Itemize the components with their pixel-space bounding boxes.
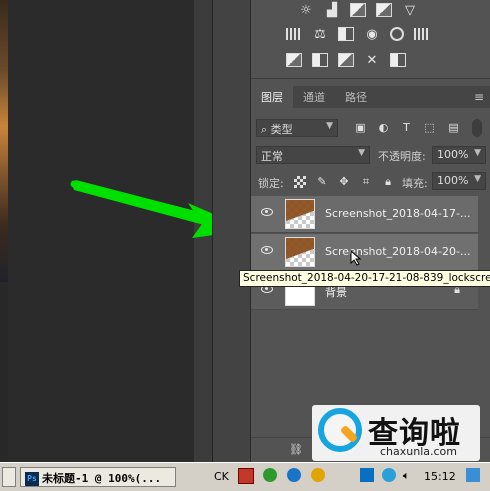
adjustments-row-3: ✕ bbox=[286, 50, 486, 70]
layer-row[interactable]: Screenshot_2018-04-20-... bbox=[251, 234, 478, 271]
ime-icon[interactable] bbox=[238, 468, 254, 484]
layer-name-tooltip: Screenshot_2018-04-20-17-21-08-839_locks… bbox=[239, 270, 490, 287]
link-layers-icon[interactable]: ⛓ bbox=[289, 443, 303, 456]
threshold-icon[interactable] bbox=[338, 53, 354, 67]
document-image-edge bbox=[0, 0, 8, 282]
gradient-map-icon[interactable] bbox=[390, 53, 406, 67]
color-balance-icon[interactable]: ⚖ bbox=[312, 27, 328, 42]
exposure-icon[interactable] bbox=[376, 3, 392, 17]
layer-name[interactable]: Screenshot_2018-04-20-... bbox=[325, 245, 470, 258]
blend-mode-select[interactable]: 正常 ▼ bbox=[256, 146, 370, 164]
tray-app-icon[interactable] bbox=[263, 468, 277, 482]
layer-filter-kind-label: 类型 bbox=[270, 123, 293, 136]
qq-icon[interactable] bbox=[311, 468, 325, 482]
opacity-label: 不透明度: bbox=[378, 150, 426, 163]
blend-mode-value: 正常 bbox=[261, 150, 283, 163]
brightness-icon[interactable]: ☼ bbox=[298, 3, 314, 18]
panel-dock-gutter bbox=[212, 0, 251, 462]
tab-paths[interactable]: 路径 bbox=[335, 86, 377, 108]
photo-filter-icon[interactable]: ◉ bbox=[364, 27, 380, 42]
taskbar-window-title: 未标题-1 @ 100%(... bbox=[42, 472, 162, 485]
layers-panel-tabs: 图层 通道 路径 bbox=[251, 86, 490, 108]
channel-mixer-icon[interactable] bbox=[390, 27, 404, 41]
tray-app-icon[interactable] bbox=[382, 468, 396, 482]
opacity-input[interactable]: 100% ▼ bbox=[432, 146, 486, 164]
levels-icon[interactable]: ▟ bbox=[324, 3, 340, 18]
black-white-icon[interactable] bbox=[338, 27, 354, 41]
eye-icon[interactable] bbox=[261, 208, 273, 216]
layer-name[interactable]: Screenshot_2018-04-17-... bbox=[325, 207, 470, 220]
tab-layers[interactable]: 图层 bbox=[251, 86, 293, 108]
eye-icon[interactable] bbox=[261, 246, 273, 254]
filter-adjustment-icon[interactable]: ◐ bbox=[377, 121, 390, 134]
invert-icon[interactable] bbox=[286, 53, 302, 67]
layer-thumbnail bbox=[285, 199, 315, 229]
chevron-down-icon: ▼ bbox=[474, 148, 481, 158]
fill-value: 100% bbox=[437, 174, 469, 187]
hue-sat-icon[interactable] bbox=[286, 28, 302, 40]
watermark-url: chaxunla.com bbox=[380, 445, 457, 458]
show-desktop-icon[interactable] bbox=[466, 468, 480, 482]
layer-thumbnail bbox=[285, 237, 315, 267]
filter-type-icon[interactable]: T bbox=[400, 121, 413, 134]
filter-pixel-icon[interactable]: ▣ bbox=[354, 121, 367, 134]
fill-input[interactable]: 100% ▼ bbox=[432, 172, 486, 190]
color-lookup-icon[interactable] bbox=[414, 28, 430, 40]
tray-app-icon[interactable] bbox=[287, 468, 301, 482]
adjustments-row-2: ⚖ ◉ bbox=[286, 24, 486, 44]
curves-icon[interactable] bbox=[350, 3, 366, 17]
filter-shape-icon[interactable]: ⬚ bbox=[423, 121, 436, 134]
lock-all-icon[interactable]: 🔒︎ bbox=[382, 176, 394, 188]
layer-row[interactable]: Screenshot_2018-04-17-... bbox=[251, 196, 478, 233]
filter-smart-object-icon[interactable]: ▤ bbox=[447, 121, 460, 134]
lock-brush-icon[interactable]: ✎ bbox=[316, 176, 328, 188]
cursor-icon bbox=[350, 250, 362, 266]
volume-icon[interactable]: 🔈︎ bbox=[403, 469, 410, 483]
panel-menu-icon[interactable]: ≡ bbox=[474, 90, 484, 104]
fill-label: 填充: bbox=[402, 177, 428, 190]
filter-toggle-switch[interactable] bbox=[472, 119, 482, 137]
selective-color-icon[interactable]: ✕ bbox=[364, 53, 380, 68]
lock-transparent-icon[interactable] bbox=[294, 176, 306, 188]
input-method-indicator[interactable]: CK bbox=[214, 470, 229, 483]
taskbar-photoshop-window[interactable]: Ps 未标题-1 @ 100%(... bbox=[20, 467, 176, 487]
adjustments-row-1: ☼ ▟ ▽ bbox=[286, 0, 486, 20]
watermark-q-logo-icon bbox=[318, 408, 362, 452]
chevron-down-icon: ▼ bbox=[358, 148, 365, 158]
adjustments-panel: ☼ ▟ ▽ ⚖ ◉ ✕ bbox=[251, 0, 490, 79]
chevron-down-icon: ▼ bbox=[474, 174, 481, 184]
vibrance-icon[interactable]: ▽ bbox=[402, 3, 418, 18]
layer-filter-kind-select[interactable]: ⌕ 类型 ▼ bbox=[256, 119, 338, 137]
posterize-icon[interactable] bbox=[312, 53, 328, 67]
opacity-value: 100% bbox=[437, 148, 469, 161]
lock-move-icon[interactable]: ✥ bbox=[338, 176, 350, 188]
tray-app-icon[interactable] bbox=[360, 468, 374, 482]
chevron-down-icon: ▼ bbox=[326, 121, 333, 131]
taskbar-button[interactable] bbox=[2, 467, 16, 487]
tab-channels[interactable]: 通道 bbox=[293, 86, 335, 108]
search-icon: ⌕ bbox=[261, 123, 271, 136]
lock-label: 锁定: bbox=[258, 177, 284, 190]
photoshop-icon: Ps bbox=[25, 472, 39, 486]
taskbar-clock[interactable]: 15:12 bbox=[424, 470, 456, 483]
lock-artboard-icon[interactable]: ⌗ bbox=[360, 176, 372, 188]
